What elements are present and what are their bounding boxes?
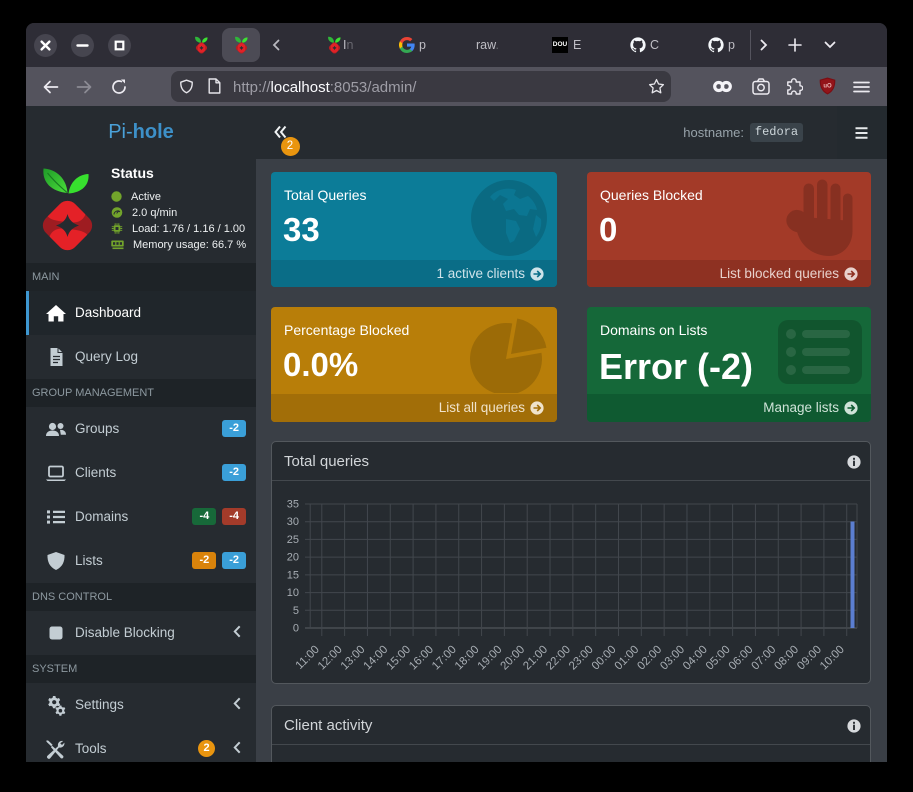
svg-text:05:00: 05:00: [704, 644, 733, 673]
svg-text:19:00: 19:00: [476, 644, 505, 673]
svg-text:30: 30: [287, 516, 299, 528]
svg-text:02:00: 02:00: [635, 644, 664, 673]
svg-text:08:00: 08:00: [772, 644, 801, 673]
svg-text:23:00: 23:00: [567, 644, 596, 673]
svg-text:09:00: 09:00: [795, 644, 824, 673]
svg-text:10:00: 10:00: [818, 644, 847, 673]
svg-text:25: 25: [287, 534, 299, 546]
svg-text:35: 35: [287, 499, 299, 511]
svg-text:18:00: 18:00: [453, 644, 482, 673]
svg-text:10: 10: [287, 587, 299, 599]
svg-text:06:00: 06:00: [727, 644, 756, 673]
svg-text:0: 0: [293, 623, 299, 635]
svg-text:20:00: 20:00: [498, 644, 527, 673]
svg-text:11:00: 11:00: [294, 644, 322, 672]
svg-text:14:00: 14:00: [362, 644, 391, 673]
svg-text:13:00: 13:00: [339, 644, 368, 673]
svg-text:16:00: 16:00: [407, 644, 436, 673]
svg-text:12:00: 12:00: [316, 644, 345, 673]
svg-text:01:00: 01:00: [613, 644, 642, 673]
svg-text:03:00: 03:00: [658, 644, 687, 673]
svg-text:uO: uO: [823, 83, 832, 89]
svg-text:20: 20: [287, 552, 299, 564]
svg-text:15:00: 15:00: [384, 644, 413, 673]
svg-text:00:00: 00:00: [590, 644, 619, 673]
svg-text:15: 15: [287, 569, 299, 581]
svg-text:21:00: 21:00: [521, 644, 550, 673]
svg-text:5: 5: [293, 605, 299, 617]
svg-text:17:00: 17:00: [430, 644, 459, 673]
svg-text:07:00: 07:00: [750, 644, 779, 673]
svg-text:22:00: 22:00: [544, 644, 573, 673]
svg-text:04:00: 04:00: [681, 644, 710, 673]
